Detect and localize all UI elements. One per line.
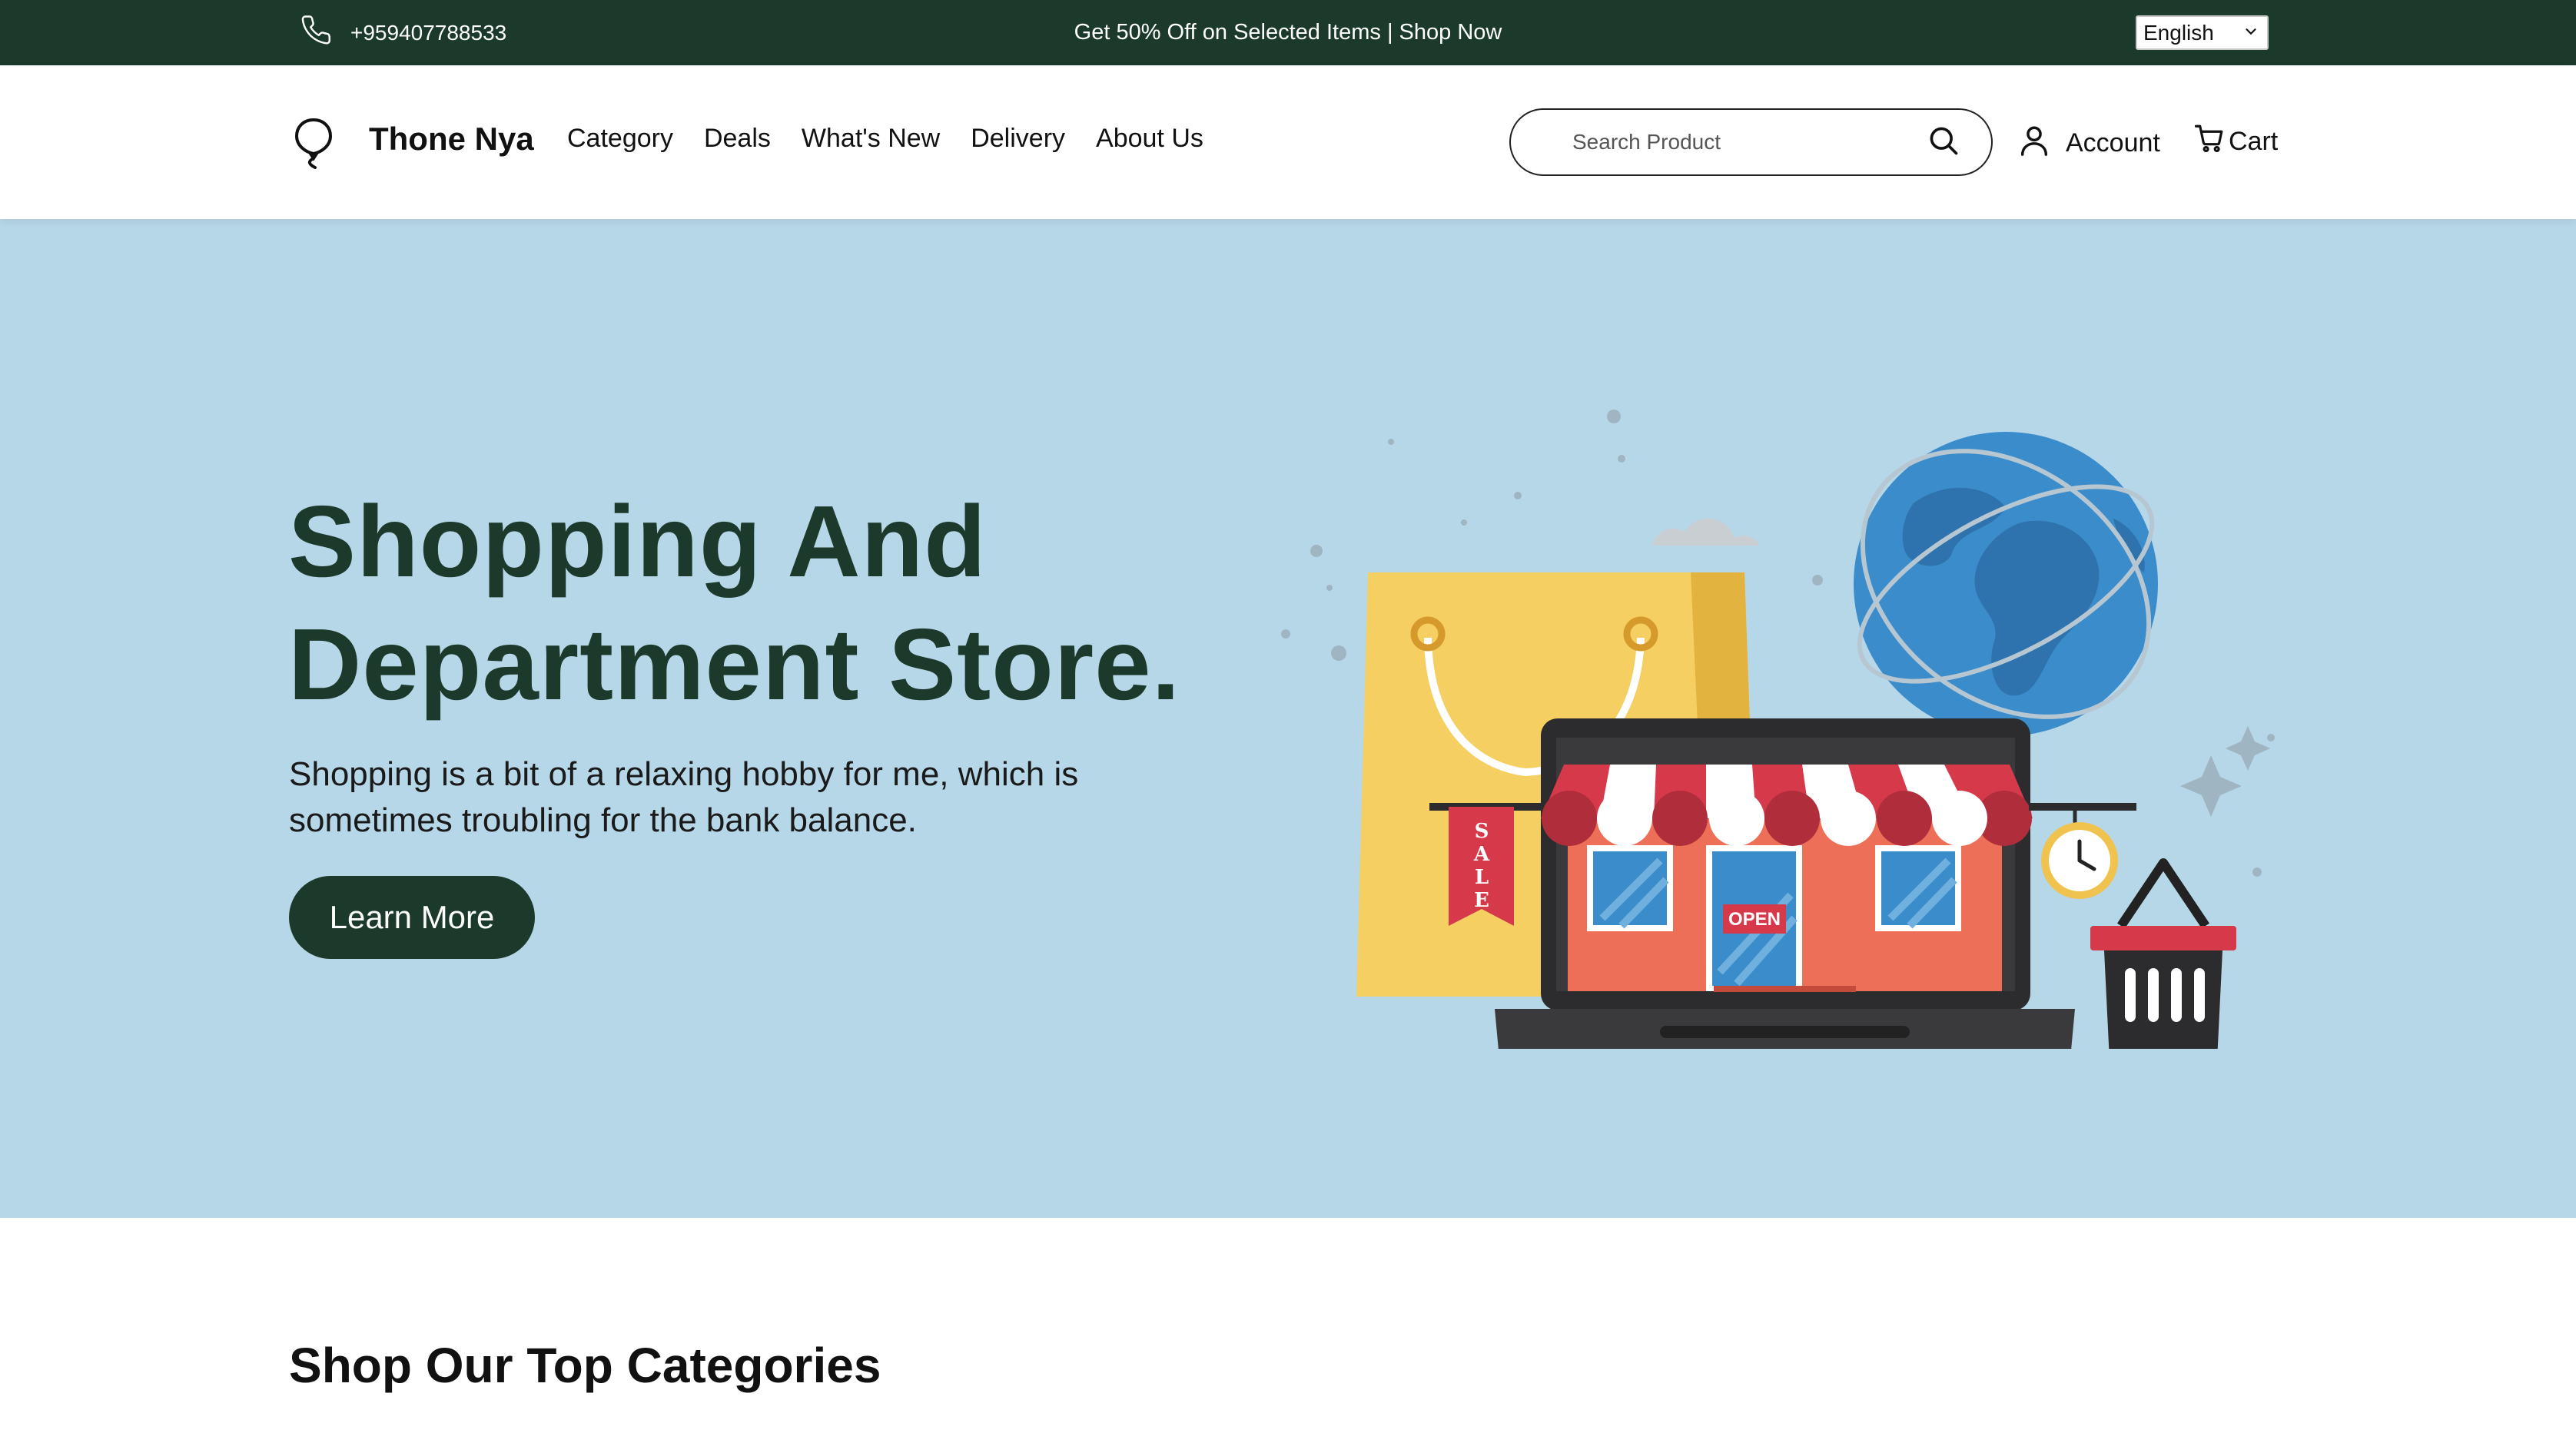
clock-icon xyxy=(2029,803,2136,899)
learn-more-button[interactable]: Learn More xyxy=(289,876,535,959)
balloon-logo-icon[interactable] xyxy=(292,115,335,169)
online-store-illustration: OPEN S A L E xyxy=(1281,410,2275,1049)
account-link[interactable]: Account xyxy=(2017,122,2160,164)
shopping-basket-icon xyxy=(2090,858,2236,1049)
top-bar: +959407788533 Get 50% Off on Selected It… xyxy=(0,0,2576,65)
search-box xyxy=(1509,108,1993,176)
categories-heading: Shop Our Top Categories xyxy=(289,1338,881,1393)
search-input[interactable] xyxy=(1572,130,1927,154)
chevron-down-icon xyxy=(2242,21,2259,45)
laptop-store-icon: OPEN xyxy=(1495,718,2075,1049)
language-value: English xyxy=(2143,20,2214,45)
phone-contact[interactable]: +959407788533 xyxy=(301,0,506,65)
search-icon[interactable] xyxy=(1927,124,1960,161)
sale-letter-l: L xyxy=(1475,866,1489,889)
cart-icon xyxy=(2193,122,2226,161)
cart-label: Cart xyxy=(2229,127,2279,156)
promo-text[interactable]: Get 50% Off on Selected Items | Shop Now xyxy=(1074,20,1502,45)
sale-letter-s: S xyxy=(1475,820,1489,843)
hero-section: Shopping And Department Store. Shopping … xyxy=(0,219,2576,1218)
cart-link[interactable]: Cart xyxy=(2193,122,2278,161)
nav-item-about-us[interactable]: About Us xyxy=(1096,124,1203,154)
hero-title-line2: Department Store. xyxy=(288,608,1181,721)
account-label: Account xyxy=(2066,128,2160,158)
hero-title: Shopping And Department Store. xyxy=(288,480,1287,726)
nav-item-whats-new[interactable]: What's New xyxy=(802,124,940,154)
open-sign-text: OPEN xyxy=(1728,909,1781,930)
nav-item-deals[interactable]: Deals xyxy=(704,124,771,154)
nav-item-delivery[interactable]: Delivery xyxy=(971,124,1065,154)
nav-menu: Category Deals What's New Delivery About… xyxy=(567,124,1203,154)
hero-description: Shopping is a bit of a relaxing hobby fo… xyxy=(289,755,1079,839)
phone-number: +959407788533 xyxy=(350,20,507,45)
phone-icon xyxy=(301,14,334,51)
globe-icon xyxy=(1854,432,2158,736)
sale-letter-e: E xyxy=(1474,889,1489,912)
main-navigation: Thone Nya Category Deals What's New Deli… xyxy=(0,65,2576,219)
user-icon xyxy=(2017,122,2052,164)
hero-title-line1: Shopping And xyxy=(288,485,987,598)
language-select[interactable]: English xyxy=(2136,15,2269,50)
nav-item-category[interactable]: Category xyxy=(567,124,673,154)
sale-letter-a: A xyxy=(1473,843,1490,866)
brand-name[interactable]: Thone Nya xyxy=(369,121,534,158)
